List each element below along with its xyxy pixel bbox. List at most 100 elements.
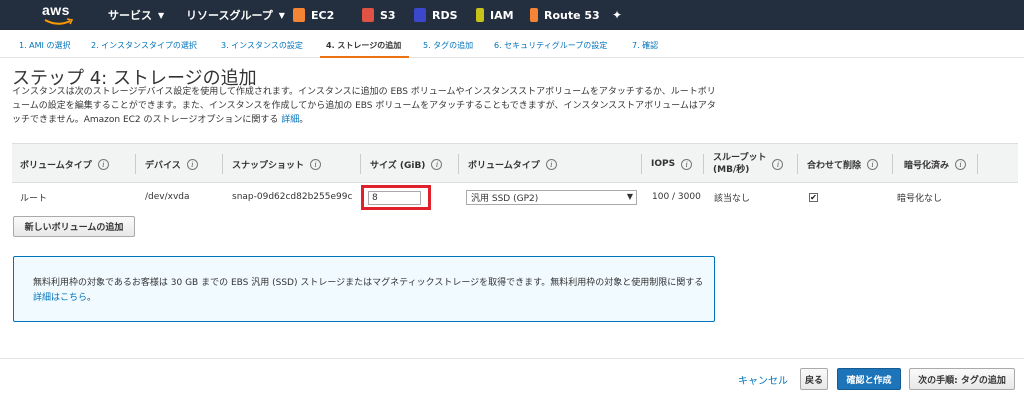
notice-end: 。 (87, 293, 97, 303)
header-iops: IOPS i (651, 144, 693, 184)
description-text: インスタンスは次のストレージデバイス設定を使用して作成されます。インスタンスに追… (12, 87, 716, 125)
header-label: ボリュームタイプ (20, 160, 92, 171)
header-delete-on-termination: 合わせて削除 i (807, 144, 879, 184)
step-7-review[interactable]: 7. 確認 (632, 40, 658, 51)
review-and-launch-button[interactable]: 確認と作成 (837, 368, 901, 390)
services-label: サービス (108, 9, 152, 22)
info-icon[interactable]: i (772, 158, 784, 170)
cell-throughput: 該当なし (714, 193, 751, 204)
throughput-line-2: (MB/秒) (713, 165, 750, 175)
cancel-link[interactable]: キャンセル (738, 372, 788, 387)
column-divider (135, 154, 136, 174)
description-end: 。 (299, 115, 309, 125)
delete-on-termination-checkbox[interactable]: ✔ (809, 193, 818, 202)
volume-type-selected: 汎用 SSD (GP2) (471, 194, 539, 204)
header-volume-type: ボリュームタイプ i (20, 144, 109, 184)
notice-learn-more-link[interactable]: 詳細はこちら (33, 293, 87, 303)
header-device: デバイス i (145, 144, 198, 184)
info-icon[interactable]: i (310, 158, 322, 170)
page-description: インスタンスは次のストレージデバイス設定を使用して作成されます。インスタンスに追… (12, 85, 722, 127)
header-snapshot: スナップショット i (232, 144, 322, 184)
header-label: ボリュームタイプ (468, 160, 540, 171)
cell-iops: 100 / 3000 (652, 192, 701, 202)
wizard-steps: 1. AMI の選択 2. インスタンスタイプの選択 3. インスタンスの設定 … (0, 32, 1024, 58)
cell-volume-type: ルート (20, 193, 48, 204)
cell-device: /dev/xvda (145, 192, 190, 202)
free-tier-notice: 無料利用枠の対象であるお客様は 30 GB までの EBS 汎用 (SSD) ス… (13, 256, 715, 322)
column-divider (360, 154, 361, 174)
ec2-icon (293, 8, 305, 22)
header-size: サイズ (GiB) i (370, 144, 443, 184)
iam-icon (476, 8, 484, 22)
shortcut-label: RDS (432, 8, 458, 22)
step-5-tags[interactable]: 5. タグの追加 (423, 40, 473, 51)
s3-icon (362, 8, 374, 22)
shortcut-ec2[interactable]: EC2 (293, 0, 334, 30)
resource-groups-label: リソースグループ (186, 9, 273, 22)
header-label: IOPS (651, 159, 676, 169)
info-icon[interactable]: i (186, 158, 198, 170)
column-divider (641, 154, 642, 174)
storage-table-header: ボリュームタイプ i デバイス i スナップショット i サイズ (GiB) i ボリュ… (12, 143, 1018, 183)
step-1-ami[interactable]: 1. AMI の選択 (19, 40, 70, 51)
info-icon[interactable]: i (867, 158, 879, 170)
next-add-tags-button[interactable]: 次の手順: タグの追加 (909, 368, 1015, 390)
header-label: 合わせて削除 (807, 160, 862, 171)
shortcut-label: Route 53 (544, 8, 600, 22)
back-button[interactable]: 戻る (800, 368, 828, 390)
shortcut-label: S3 (380, 8, 396, 22)
dropdown-arrow-icon: ▼ (626, 192, 633, 201)
column-divider (703, 154, 704, 174)
step-4-storage[interactable]: 4. ストレージの追加 (326, 40, 401, 51)
pin-icon[interactable]: ✦ (612, 0, 622, 30)
shortcut-label: IAM (490, 8, 514, 22)
resource-groups-menu[interactable]: リソースグループ ▼ (186, 0, 285, 30)
size-input[interactable] (368, 191, 421, 205)
header-throughput: スループット (MB/秒) i (713, 144, 784, 184)
column-divider (977, 154, 978, 174)
column-divider (222, 154, 223, 174)
header-label: 暗号化済み (904, 160, 950, 171)
aws-smile-icon (44, 18, 74, 25)
info-icon[interactable]: i (681, 158, 693, 170)
shortcut-s3[interactable]: S3 (362, 0, 396, 30)
info-icon[interactable]: i (545, 158, 557, 170)
services-menu[interactable]: サービス ▼ (108, 0, 164, 30)
cell-snapshot: snap-09d62cd82b255e99c (232, 192, 353, 202)
info-icon[interactable]: i (955, 158, 967, 170)
step-6-security-group[interactable]: 6. セキュリティグループの設定 (494, 40, 607, 51)
route53-icon (530, 8, 538, 22)
header-label: スナップショット (232, 160, 305, 171)
info-icon[interactable]: i (97, 158, 109, 170)
column-divider (892, 154, 893, 174)
header-ebs-volume-type: ボリュームタイプ i (468, 144, 557, 184)
column-divider (458, 154, 459, 174)
chevron-down-icon: ▼ (278, 10, 285, 20)
footer-divider (0, 358, 1024, 359)
top-nav-bar: aws サービス ▼ リソースグループ ▼ EC2 S3 RDS IAM Rou… (0, 0, 1024, 30)
header-label: スループット (MB/秒) (713, 152, 766, 176)
throughput-line-1: スループット (713, 153, 767, 163)
active-step-indicator (320, 56, 409, 58)
aws-logo-text: aws (42, 2, 70, 18)
header-encrypted: 暗号化済み i (904, 144, 967, 184)
add-volume-button[interactable]: 新しいボリュームの追加 (13, 216, 135, 237)
notice-text-block: 無料利用枠の対象であるお客様は 30 GB までの EBS 汎用 (SSD) ス… (33, 276, 713, 306)
cell-encrypted: 暗号化なし (897, 193, 943, 204)
rds-icon (414, 8, 426, 22)
chevron-down-icon: ▼ (158, 10, 165, 20)
shortcut-route53[interactable]: Route 53 (530, 0, 600, 30)
step-2-instance-type[interactable]: 2. インスタンスタイプの選択 (91, 40, 197, 51)
shortcut-iam[interactable]: IAM (476, 0, 514, 30)
column-divider (797, 154, 798, 174)
shortcut-rds[interactable]: RDS (414, 0, 458, 30)
header-label: サイズ (GiB) (370, 160, 426, 171)
aws-logo[interactable]: aws (42, 3, 78, 27)
shortcut-label: EC2 (311, 8, 335, 22)
volume-type-select[interactable]: 汎用 SSD (GP2) ▼ (466, 190, 637, 205)
notice-text: 無料利用枠の対象であるお客様は 30 GB までの EBS 汎用 (SSD) ス… (33, 278, 704, 288)
header-label: デバイス (145, 160, 181, 171)
storage-options-link[interactable]: 詳細 (281, 115, 299, 125)
step-3-instance-config[interactable]: 3. インスタンスの設定 (221, 40, 303, 51)
info-icon[interactable]: i (431, 158, 443, 170)
